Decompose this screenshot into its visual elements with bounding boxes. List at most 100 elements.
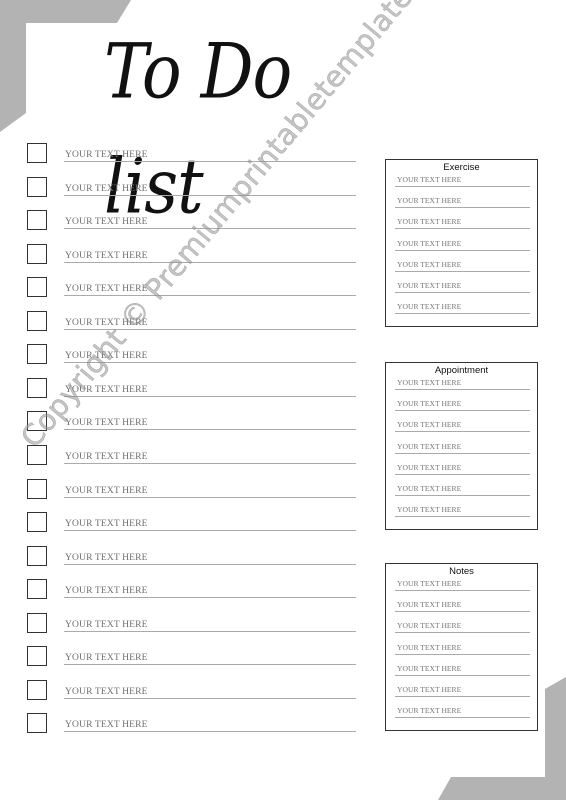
panel-line-text[interactable]: YOUR TEXT HERE: [397, 643, 461, 652]
todo-item-underline: [64, 731, 356, 733]
todo-checkbox[interactable]: [27, 612, 47, 633]
panel-line-underline: [395, 410, 530, 412]
panel-line-text[interactable]: YOUR TEXT HERE: [397, 579, 461, 588]
todo-item-underline: [64, 261, 356, 263]
panel-line-text[interactable]: YOUR TEXT HERE: [397, 196, 461, 205]
todo-item-text[interactable]: YOUR TEXT HERE: [65, 585, 148, 596]
todo-item-underline: [64, 462, 356, 464]
todo-item-text[interactable]: YOUR TEXT HERE: [65, 317, 148, 328]
todo-item-underline: [64, 295, 356, 297]
todo-item-text[interactable]: YOUR TEXT HERE: [65, 384, 148, 395]
todo-item: YOUR TEXT HERE: [27, 277, 357, 299]
todo-item-underline: [64, 697, 356, 699]
todo-item-underline: [64, 194, 356, 196]
panel-line-text[interactable]: YOUR TEXT HERE: [397, 706, 461, 715]
panel-title: Notes: [449, 566, 474, 577]
panel-line-underline: [395, 292, 530, 293]
panel-line-text[interactable]: YOUR TEXT HERE: [397, 217, 461, 226]
panel-line-underline: [395, 207, 530, 209]
todo-checkbox[interactable]: [27, 377, 47, 398]
todo-item-text[interactable]: YOUR TEXT HERE: [65, 686, 148, 697]
panel-line-text[interactable]: YOUR TEXT HERE: [397, 621, 461, 630]
todo-item-text[interactable]: YOUR TEXT HERE: [65, 719, 148, 730]
todo-checkbox[interactable]: [27, 411, 47, 432]
todo-item-text[interactable]: YOUR TEXT HERE: [65, 485, 148, 496]
todo-item-text[interactable]: YOUR TEXT HERE: [65, 518, 148, 529]
panel-line-underline: [395, 632, 530, 634]
todo-checkbox[interactable]: [27, 579, 47, 600]
todo-checkbox[interactable]: [27, 545, 47, 566]
page-title: To Do list: [104, 27, 292, 231]
todo-checkbox[interactable]: [27, 679, 47, 700]
panel-line-text[interactable]: YOUR TEXT HERE: [397, 685, 461, 694]
todo-checkbox[interactable]: [27, 444, 47, 465]
panel-appointment: Appointment YOUR TEXT HERE YOUR TEXT HERE Y…: [385, 362, 538, 530]
panel-line-text[interactable]: YOUR TEXT HERE: [397, 260, 461, 269]
todo-checkbox[interactable]: [27, 646, 47, 667]
todo-item-text[interactable]: YOUR TEXT HERE: [65, 183, 148, 194]
panel-line-text[interactable]: YOUR TEXT HERE: [397, 302, 461, 311]
panel-line-text[interactable]: YOUR TEXT HERE: [397, 600, 461, 609]
todo-item: YOUR TEXT HERE: [27, 176, 357, 199]
panel-line: YOUR TEXT HERE: [395, 399, 530, 413]
todo-item-text[interactable]: YOUR TEXT HERE: [65, 350, 148, 361]
todo-checkbox[interactable]: [27, 176, 47, 197]
todo-checkbox[interactable]: [27, 143, 47, 163]
todo-item-text[interactable]: YOUR TEXT HERE: [65, 149, 148, 160]
todo-item-text[interactable]: YOUR TEXT HERE: [65, 451, 148, 462]
panel-line: YOUR TEXT HERE: [395, 600, 530, 614]
todo-item-text[interactable]: YOUR TEXT HERE: [65, 652, 148, 663]
panel-line-underline: [395, 389, 530, 390]
panel-line-underline: [395, 674, 530, 676]
panel-line: YOUR TEXT HERE: [395, 302, 530, 316]
panel-line-underline: [395, 653, 530, 655]
panel-line-text[interactable]: YOUR TEXT HERE: [397, 175, 461, 184]
panel-line-text[interactable]: YOUR TEXT HERE: [397, 399, 461, 408]
panel-line-text[interactable]: YOUR TEXT HERE: [397, 505, 461, 514]
panel-notes: Notes YOUR TEXT HERE YOUR TEXT HERE YOUR TE…: [385, 563, 538, 731]
panel-line: YOUR TEXT HERE: [395, 420, 530, 434]
panel-line-text[interactable]: YOUR TEXT HERE: [397, 664, 461, 673]
panel-line-text[interactable]: YOUR TEXT HERE: [397, 281, 461, 290]
panel-line-underline: [395, 473, 530, 475]
panel-line: YOUR TEXT HERE: [395, 442, 530, 456]
panel-exercise: Exercise YOUR TEXT HERE YOUR TEXT HERE YOUR…: [385, 159, 538, 327]
todo-item-text[interactable]: YOUR TEXT HERE: [65, 283, 148, 294]
todo-checkbox[interactable]: [27, 344, 47, 365]
todo-item: YOUR TEXT HERE: [27, 612, 357, 635]
todo-checkbox[interactable]: [27, 210, 47, 231]
todo-item-text[interactable]: YOUR TEXT HERE: [65, 619, 148, 630]
panel-line-underline: [395, 516, 530, 518]
todo-checkbox[interactable]: [27, 478, 47, 499]
panel-line-text[interactable]: YOUR TEXT HERE: [397, 442, 461, 451]
todo-item-text[interactable]: YOUR TEXT HERE: [65, 417, 148, 428]
todo-checkbox[interactable]: [27, 310, 47, 331]
todo-item: YOUR TEXT HERE: [27, 579, 357, 601]
panel-line-text[interactable]: YOUR TEXT HERE: [397, 463, 461, 472]
todo-item-text[interactable]: YOUR TEXT HERE: [65, 250, 148, 261]
todo-item-underline: [64, 630, 356, 632]
todo-item-underline: [64, 597, 356, 599]
todo-item-text[interactable]: YOUR TEXT HERE: [65, 552, 148, 563]
todo-item-underline: [64, 664, 356, 666]
panel-line-underline: [395, 590, 530, 591]
panel-line: YOUR TEXT HERE: [395, 643, 530, 657]
panel-line-text[interactable]: YOUR TEXT HERE: [397, 239, 461, 248]
todo-item: YOUR TEXT HERE: [27, 377, 357, 400]
panel-line: YOUR TEXT HERE: [395, 685, 530, 699]
todo-item-text[interactable]: YOUR TEXT HERE: [65, 216, 148, 227]
todo-checkbox[interactable]: [27, 277, 47, 298]
panel-line-underline: [395, 270, 530, 272]
panel-line-underline: [395, 431, 530, 433]
panel-line-text[interactable]: YOUR TEXT HERE: [397, 378, 461, 387]
todo-item: YOUR TEXT HERE: [27, 143, 357, 165]
panel-title: Appointment: [434, 365, 489, 376]
panel-line-text[interactable]: YOUR TEXT HERE: [397, 484, 461, 493]
todo-checkbox[interactable]: [27, 243, 47, 264]
panel-line-underline: [395, 313, 530, 315]
todo-checkbox[interactable]: [27, 512, 47, 533]
panel-line-text[interactable]: YOUR TEXT HERE: [397, 420, 461, 429]
todo-checkbox[interactable]: [27, 713, 47, 734]
todo-item-underline: [64, 228, 356, 230]
todo-item-underline: [64, 496, 356, 498]
